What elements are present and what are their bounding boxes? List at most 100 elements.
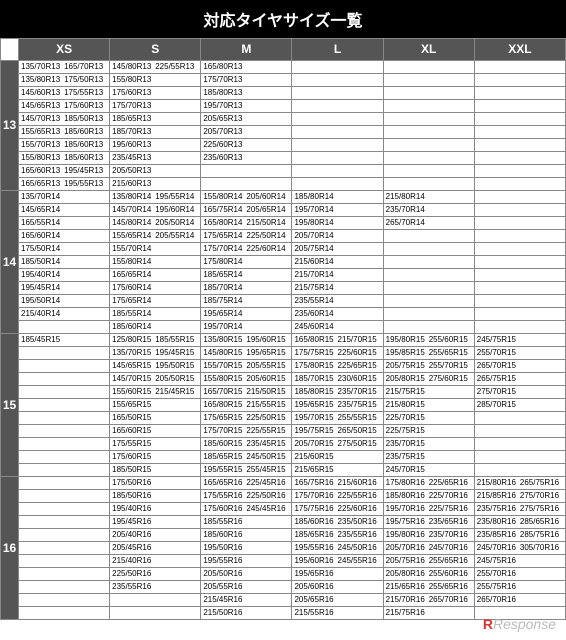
cell: 215/50R16 — [201, 607, 292, 620]
cell — [474, 74, 565, 87]
tire-size: 195/45R16 — [112, 517, 155, 527]
tire-size: 185/50R13 — [64, 114, 107, 124]
tire-size: 175/55R16 — [203, 491, 246, 501]
cell: 185/60R14 — [110, 321, 201, 334]
tire-size: 245/50R15 — [246, 452, 289, 462]
tire-size: 225/65R15 — [338, 361, 381, 371]
cell: 135/80R13175/50R13 — [19, 74, 110, 87]
cell: 195/70R14 — [201, 321, 292, 334]
cell: 145/70R13185/50R13 — [19, 113, 110, 126]
tire-size: 255/60R15 — [429, 335, 472, 345]
cell — [474, 61, 565, 74]
cell — [19, 594, 110, 607]
tire-size: 185/60R14 — [112, 322, 155, 332]
cell — [474, 191, 565, 204]
cell: 235/75R16275/75R16 — [474, 503, 565, 516]
tire-size: 175/55R15 — [112, 439, 155, 449]
tire-size: 245/75R15 — [477, 335, 520, 345]
cell: 185/45R15 — [19, 334, 110, 347]
tire-size: 155/70R13 — [21, 140, 64, 150]
cell: 165/80R15215/70R15 — [292, 334, 383, 347]
tire-size: 205/65R14 — [246, 205, 289, 215]
tire-size: 175/70R16 — [294, 491, 337, 501]
cell: 185/55R14 — [110, 308, 201, 321]
cell: 155/65R15 — [110, 399, 201, 412]
tire-size: 195/50R15 — [155, 361, 198, 371]
table-row: 215/40R16195/55R16195/60R16245/55R16205/… — [1, 555, 566, 568]
cell: 145/60R13175/55R13 — [19, 87, 110, 100]
cell — [292, 126, 383, 139]
cell — [474, 139, 565, 152]
tire-size: 165/80R15 — [294, 335, 337, 345]
cell: 165/75R16215/60R16 — [292, 477, 383, 490]
tire-size: 195/75R16 — [386, 517, 429, 527]
cell: 175/70R13 — [201, 74, 292, 87]
cell: 235/55R14 — [292, 295, 383, 308]
cell — [19, 490, 110, 503]
cell: 165/60R13195/45R13 — [19, 165, 110, 178]
cell: 175/65R15225/50R15 — [201, 412, 292, 425]
cell — [474, 269, 565, 282]
cell: 205/75R14 — [292, 243, 383, 256]
table-row: 155/65R15165/80R15215/55R15195/65R15235/… — [1, 399, 566, 412]
cell: 185/65R15245/50R15 — [201, 451, 292, 464]
tire-size: 155/80R13 — [21, 153, 64, 163]
cell: 215/80R14 — [383, 191, 474, 204]
tire-size: 205/50R15 — [155, 374, 198, 384]
table-row: 155/80R13185/60R13235/45R13235/60R13 — [1, 152, 566, 165]
tire-size: 245/75R16 — [477, 556, 520, 566]
tire-size: 285/70R15 — [477, 400, 520, 410]
cell: 175/55R15 — [110, 438, 201, 451]
cell — [292, 152, 383, 165]
cell: 195/45R16 — [110, 516, 201, 529]
tire-size: 225/55R13 — [155, 62, 198, 72]
tire-size: 195/50R14 — [21, 296, 64, 306]
tire-size: 195/75R15 — [294, 426, 337, 436]
cell: 125/80R15185/55R15 — [110, 334, 201, 347]
tire-size: 225/50R14 — [246, 231, 289, 241]
tire-size: 165/70R13 — [64, 62, 107, 72]
cell: 205/70R13 — [201, 126, 292, 139]
tire-size: 245/70R16 — [429, 543, 472, 553]
tire-size: 225/50R15 — [246, 413, 289, 423]
tire-size: 195/65R15 — [246, 348, 289, 358]
cell: 135/70R15195/45R15 — [110, 347, 201, 360]
tire-size: 265/70R14 — [386, 218, 429, 228]
cell: 165/80R13 — [201, 61, 292, 74]
cell: 195/70R15255/55R15 — [292, 412, 383, 425]
table-row: 195/40R14165/65R14185/65R14215/70R14 — [1, 269, 566, 282]
cell — [201, 178, 292, 191]
tire-size: 235/85R16 — [477, 530, 520, 540]
cell: 145/80R13225/55R13 — [110, 61, 201, 74]
tire-size: 185/70R15 — [294, 374, 337, 384]
tire-size: 275/60R15 — [429, 374, 472, 384]
cell: 175/50R16 — [110, 477, 201, 490]
cell: 245/75R16 — [474, 555, 565, 568]
tire-size: 185/50R16 — [112, 491, 155, 501]
tire-size: 195/65R16 — [294, 569, 337, 579]
tire-size: 255/65R16 — [429, 582, 472, 592]
cell — [474, 308, 565, 321]
inch-label: 16 — [1, 477, 19, 620]
cell: 175/60R13 — [110, 87, 201, 100]
cell: 175/65R14 — [110, 295, 201, 308]
tire-size: 215/70R15 — [338, 335, 381, 345]
cell: 205/60R16 — [292, 581, 383, 594]
tire-size: 195/70R13 — [203, 101, 246, 111]
tire-size: 195/60R16 — [294, 556, 337, 566]
tire-size: 215/50R15 — [246, 387, 289, 397]
cell: 185/70R15230/60R15 — [292, 373, 383, 386]
tire-size: 215/55R16 — [294, 608, 337, 618]
cell — [474, 451, 565, 464]
cell — [292, 74, 383, 87]
cell: 175/65R14225/50R14 — [201, 230, 292, 243]
tire-size: 135/80R15 — [203, 335, 246, 345]
tire-size: 165/80R14 — [203, 218, 246, 228]
cell: 175/70R13 — [110, 100, 201, 113]
cell — [19, 555, 110, 568]
tire-size: 185/70R14 — [203, 283, 246, 293]
cell: 135/70R14 — [19, 191, 110, 204]
tire-size: 195/55R13 — [64, 179, 107, 189]
cell: 185/65R16235/55R16 — [292, 529, 383, 542]
cell: 195/80R16235/70R16 — [383, 529, 474, 542]
